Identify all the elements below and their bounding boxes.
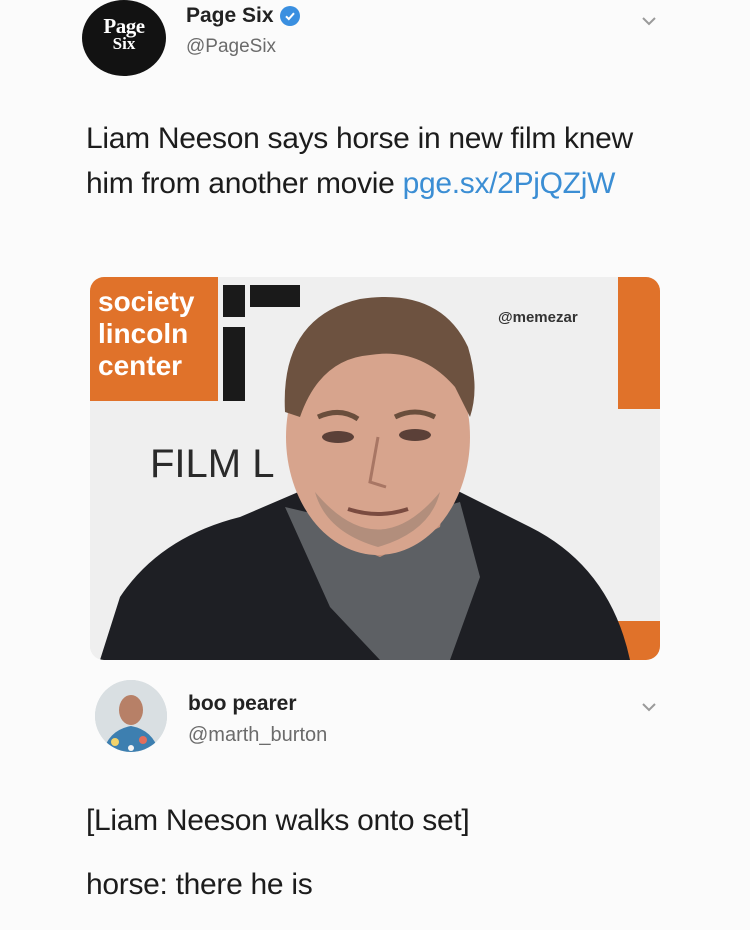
watermark: @memezar xyxy=(498,309,578,326)
banner-text-1: society xyxy=(98,286,195,317)
chevron-down-icon[interactable] xyxy=(640,698,658,716)
banner-text-3: center xyxy=(98,350,182,381)
name-row: Page Six xyxy=(186,4,300,28)
tweet-text: Liam Neeson says horse in new film knew … xyxy=(86,116,686,206)
chevron-down-icon[interactable] xyxy=(640,12,658,30)
film-text: FILM L xyxy=(150,442,274,486)
banner-right xyxy=(618,277,660,409)
account-handle[interactable]: @PageSix xyxy=(186,36,276,58)
reply-text-line2: horse: there he is xyxy=(86,868,313,901)
tweet-header: Page Six Page Six @PageSix xyxy=(82,0,682,80)
tweet-photo[interactable]: society lincoln center FILM L @memezar xyxy=(90,277,660,660)
reply-avatar-image xyxy=(95,680,167,752)
photo-illustration: society lincoln center FILM L @memezar xyxy=(90,277,660,660)
avatar-text-line2: Six xyxy=(112,34,136,53)
account-name[interactable]: Page Six xyxy=(186,4,274,28)
banner-text-2: lincoln xyxy=(98,318,188,349)
page-six-avatar[interactable]: Page Six xyxy=(82,0,166,76)
reply-account-name[interactable]: boo pearer xyxy=(188,692,297,716)
verified-badge-icon xyxy=(279,6,300,26)
reply-avatar[interactable] xyxy=(95,680,167,752)
reply-account-handle[interactable]: @marth_burton xyxy=(188,724,327,747)
tweet-link[interactable]: pge.sx/2PjQZjW xyxy=(403,167,616,200)
reply-text-line1: [Liam Neeson walks onto set] xyxy=(86,804,470,837)
